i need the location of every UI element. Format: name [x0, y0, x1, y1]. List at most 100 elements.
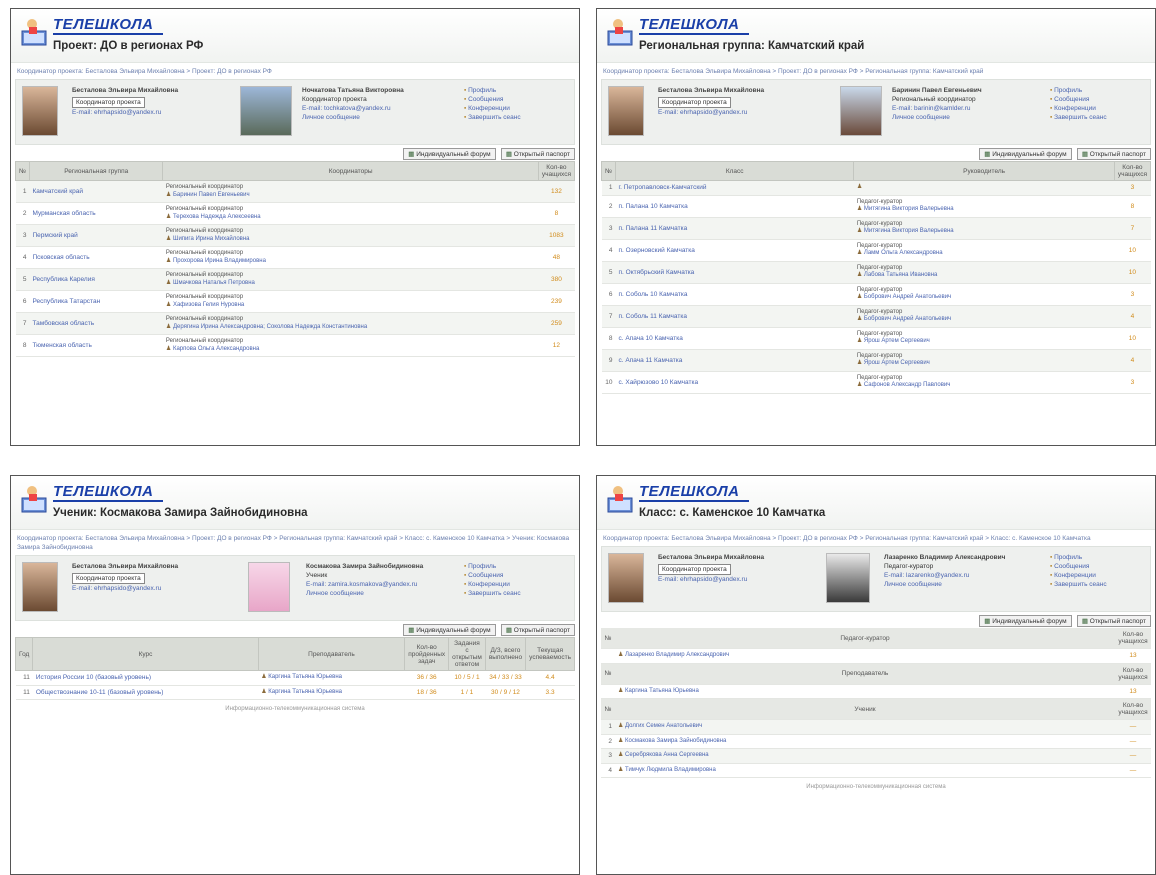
breadcrumb[interactable]: Координатор проекта: Бесталова Эльвира М…: [11, 63, 579, 79]
person-link[interactable]: [857, 184, 1111, 192]
user2-message-link[interactable]: Личное сообщение: [302, 113, 404, 122]
forum-button[interactable]: Индивидуальный форум: [979, 615, 1072, 627]
breadcrumb[interactable]: Координатор проекта: Бесталова Эльвира М…: [11, 530, 579, 555]
student-link[interactable]: Космакова Замира Зайнобидиновна: [618, 738, 726, 744]
conferences-link[interactable]: Конференции: [464, 581, 510, 588]
profile-link[interactable]: Профиль: [1050, 87, 1082, 94]
row-name-link[interactable]: Республика Татарстан: [29, 290, 163, 313]
messages-link[interactable]: Сообщения: [1050, 563, 1089, 570]
user2-email[interactable]: E-mail: zamira.kosmakova@yandex.ru: [306, 580, 456, 589]
coordinator-email[interactable]: E-mail: ehrhapsido@yandex.ru: [72, 108, 178, 117]
course-link[interactable]: История России 10 (базовый уровень): [32, 670, 259, 686]
row-name-link[interactable]: п. Озерновский Камчатка: [615, 239, 854, 262]
table-row: 6 Республика Татарстан Региональный коорди…: [15, 290, 575, 313]
coordinator-role: Региональный координатор: [165, 294, 244, 300]
person-link[interactable]: Митягина Виктория Валерьевна: [857, 206, 1111, 214]
course-link[interactable]: Обществознание 10-11 (базовый уровень): [32, 685, 259, 700]
person-link[interactable]: Бобрович Андрей Анатольевич: [857, 294, 1111, 302]
row-name-link[interactable]: п. Палана 11 Камчатка: [615, 217, 854, 240]
user2-message-link[interactable]: Личное сообщение: [306, 589, 456, 598]
teacher-name[interactable]: Каргина Татьяна Юрьевна: [618, 688, 699, 694]
student-link[interactable]: Серебрякова Анна Сергеевна: [618, 752, 709, 758]
row-name-link[interactable]: Мурманская область: [29, 202, 163, 225]
role-select[interactable]: Координатор проекта: [72, 573, 145, 584]
teacher-link[interactable]: Каргина Татьяна Юрьевна: [261, 674, 342, 680]
person-link[interactable]: Ярош Артем Сергеевич: [857, 360, 1111, 368]
person-link[interactable]: Карпова Ольга Александровна: [166, 346, 535, 354]
person-link[interactable]: Митягина Виктория Валерьевна: [857, 228, 1111, 236]
role-select[interactable]: Координатор проекта: [658, 97, 731, 108]
row-name-link[interactable]: Пермский край: [29, 224, 163, 247]
row-name-link[interactable]: Тамбовская область: [29, 312, 163, 335]
messages-link[interactable]: Сообщения: [464, 96, 503, 103]
person-link[interactable]: Лабова Татьяна Ивановна: [857, 272, 1111, 280]
person-link[interactable]: Ламм Ольга Александровна: [857, 250, 1111, 258]
user2-email[interactable]: E-mail: tochkatova@yandex.ru: [302, 104, 404, 113]
role-select[interactable]: Координатор проекта: [658, 564, 731, 575]
person-link[interactable]: Шипига Ирина Михайловна: [166, 236, 535, 244]
forum-button[interactable]: Индивидуальный форум: [979, 148, 1072, 160]
coordinator-email[interactable]: E-mail: ehrhapsido@yandex.ru: [658, 108, 764, 117]
student-cell: Космакова Замира Зайнобидиновна: [615, 734, 1115, 749]
person-link[interactable]: Баринин Павел Евгеньевич: [166, 192, 535, 200]
user2-info: Баринин Павел Евгеньевич Региональный ко…: [892, 86, 982, 122]
row-name-link[interactable]: п. Соболь 10 Камчатка: [615, 283, 854, 306]
user2-message-link[interactable]: Личное сообщение: [892, 113, 982, 122]
person-link[interactable]: Бобрович Андрей Анатольевич: [857, 316, 1111, 324]
person-link[interactable]: Прохорова Ирина Владимировна: [166, 258, 535, 266]
person-link[interactable]: Дерягина Ирина Александровна; Соколова Н…: [166, 324, 535, 332]
breadcrumb[interactable]: Координатор проекта: Бесталова Эльвира М…: [597, 63, 1155, 79]
person-link[interactable]: Хафизова Гелия Нуровна: [166, 302, 535, 310]
profile-link[interactable]: Профиль: [1050, 554, 1082, 561]
forum-button[interactable]: Индивидуальный форум: [403, 148, 496, 160]
conferences-link[interactable]: Конференции: [1050, 572, 1096, 579]
logout-link[interactable]: Завершить сеанс: [1050, 581, 1107, 588]
row-name-link[interactable]: Тюменская область: [29, 334, 163, 357]
messages-link[interactable]: Сообщения: [464, 572, 503, 579]
breadcrumb[interactable]: Координатор проекта: Бесталова Эльвира М…: [597, 530, 1155, 546]
curator-name[interactable]: Лазаренко Владимир Александрович: [618, 652, 729, 658]
passport-button[interactable]: Открытый паспорт: [1076, 148, 1151, 160]
user2-email[interactable]: E-mail: barinin@kamlder.ru: [892, 104, 982, 113]
passport-button[interactable]: Открытый паспорт: [500, 148, 575, 160]
role-select[interactable]: Координатор проекта: [72, 97, 145, 108]
row-name-link[interactable]: Камчатский край: [29, 180, 163, 203]
row-name-link[interactable]: п. Соболь 11 Камчатка: [615, 305, 854, 328]
row-name-link[interactable]: п. Палана 10 Камчатка: [615, 195, 854, 218]
logout-link[interactable]: Завершить сеанс: [464, 114, 521, 121]
messages-link[interactable]: Сообщения: [1050, 96, 1089, 103]
person-link[interactable]: Сафонов Александр Павлович: [857, 382, 1111, 390]
teacher-link[interactable]: Каргина Татьяна Юрьевна: [261, 689, 342, 695]
profile-link[interactable]: Профиль: [464, 563, 496, 570]
logout-link[interactable]: Завершить сеанс: [464, 590, 521, 597]
student-link[interactable]: Тимчук Людмила Владимировна: [618, 767, 716, 773]
person-link[interactable]: Шмачкова Наталья Петровна: [166, 280, 535, 288]
row-name-link[interactable]: Республика Карелия: [29, 268, 163, 291]
row-name-link[interactable]: с. Апача 11 Камчатка: [615, 349, 854, 372]
row-count: 8: [1114, 195, 1151, 218]
user2-message-link[interactable]: Личное сообщение: [884, 580, 1034, 589]
coordinator-role: Региональный координатор: [165, 228, 244, 234]
section-header: Педагог-куратор: [615, 628, 1115, 649]
row-number: 2: [601, 734, 615, 749]
user2-email[interactable]: E-mail: lazarenko@yandex.ru: [884, 571, 1034, 580]
coordinator-email[interactable]: E-mail: ehrhapsido@yandex.ru: [658, 575, 764, 584]
coordinator-email[interactable]: E-mail: ehrhapsido@yandex.ru: [72, 584, 178, 593]
profile-link[interactable]: Профиль: [464, 87, 496, 94]
person-link[interactable]: Ярош Артем Сергеевич: [857, 338, 1111, 346]
classes-table: № Класс Руководитель Кол-во учащихся 1 г.…: [601, 161, 1152, 394]
row-name-link[interactable]: Псковская область: [29, 246, 163, 269]
conferences-link[interactable]: Конференции: [1050, 105, 1096, 112]
conferences-link[interactable]: Конференции: [464, 105, 510, 112]
forum-button[interactable]: Индивидуальный форум: [403, 624, 496, 636]
logout-link[interactable]: Завершить сеанс: [1050, 114, 1107, 121]
row-name-link[interactable]: с. Хайрюзово 10 Камчатка: [615, 371, 854, 394]
row-name-link[interactable]: п. Октябрьский Камчатка: [615, 261, 854, 284]
passport-button[interactable]: Открытый паспорт: [1076, 615, 1151, 627]
user2-info: Ночкатова Татьяна Викторовна Координатор…: [302, 86, 404, 122]
row-name-link[interactable]: с. Апача 10 Камчатка: [615, 327, 854, 350]
student-link[interactable]: Долгих Семен Анатольевич: [618, 723, 702, 729]
row-name-link[interactable]: г. Петропавловск-Камчатский: [615, 180, 854, 196]
passport-button[interactable]: Открытый паспорт: [500, 624, 575, 636]
person-link[interactable]: Терехова Надежда Алексеевна: [166, 214, 535, 222]
